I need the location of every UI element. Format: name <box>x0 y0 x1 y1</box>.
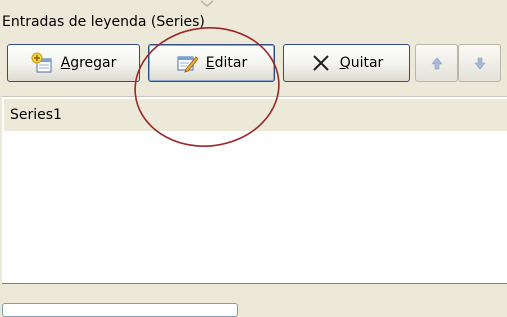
remove-series-button[interactable]: Quitar <box>283 44 410 82</box>
dropdown-chevron-icon <box>200 0 214 7</box>
horizontal-axis-field[interactable] <box>2 303 238 317</box>
remove-series-label: Quitar <box>339 55 384 71</box>
remove-series-label-rest: uitar <box>350 55 384 71</box>
edit-series-label: Editar <box>205 55 248 71</box>
edit-series-button[interactable]: Editar <box>148 44 275 82</box>
list-item[interactable]: Series1 <box>4 99 507 131</box>
arrow-up-icon <box>430 57 443 70</box>
add-series-button[interactable]: Agregar <box>7 44 140 82</box>
add-series-label: Agregar <box>60 55 117 71</box>
move-down-button[interactable] <box>458 44 501 82</box>
edit-pencil-icon <box>177 56 198 73</box>
add-series-label-rest: gregar <box>70 55 117 71</box>
add-series-icon <box>31 52 52 73</box>
legend-entries-label: Entradas de leyenda (Series) <box>2 14 205 30</box>
series-list[interactable]: Series1 <box>2 96 507 284</box>
arrow-down-icon <box>473 57 486 70</box>
x-icon <box>312 55 329 71</box>
move-up-button[interactable] <box>415 44 458 82</box>
edit-series-label-rest: ditar <box>214 55 248 71</box>
